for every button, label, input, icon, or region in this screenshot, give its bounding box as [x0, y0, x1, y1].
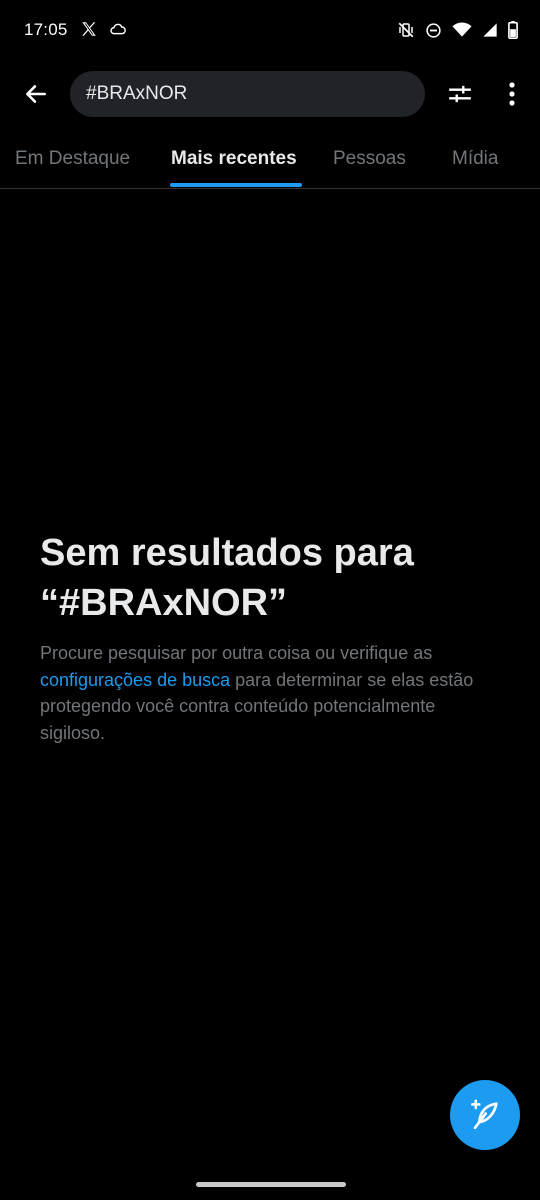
empty-state: Sem resultados para “#BRAxNOR” Procure p… — [40, 528, 500, 746]
more-options-button[interactable] — [496, 76, 528, 112]
tab-midia[interactable]: Mídia — [452, 148, 498, 170]
active-tab-indicator — [170, 183, 302, 187]
wifi-icon — [452, 22, 472, 43]
tab-mais-recentes[interactable]: Mais recentes — [171, 148, 297, 170]
cloud-icon — [110, 22, 126, 41]
empty-state-description: Procure pesquisar por outra coisa ou ver… — [40, 640, 500, 746]
tab-em-destaque[interactable]: Em Destaque — [15, 148, 130, 170]
search-input[interactable] — [86, 83, 406, 105]
tab-pessoas[interactable]: Pessoas — [333, 148, 406, 170]
status-time: 17:05 — [24, 20, 68, 39]
back-arrow-icon — [26, 85, 46, 103]
search-filter-button[interactable] — [442, 76, 478, 112]
search-box[interactable] — [70, 71, 425, 117]
search-header — [0, 62, 540, 128]
more-vertical-icon — [509, 82, 515, 106]
signal-icon — [482, 22, 498, 43]
status-bar: 17:05 — [0, 0, 540, 62]
do-not-disturb-icon — [425, 22, 442, 44]
search-tabs: Em Destaque Mais recentes Pessoas Mídia — [0, 132, 540, 189]
gesture-nav-handle[interactable] — [196, 1182, 346, 1187]
status-left-icons — [80, 20, 126, 43]
empty-state-title: Sem resultados para “#BRAxNOR” — [40, 532, 414, 624]
compose-feather-icon — [470, 1099, 498, 1130]
x-logo-icon — [80, 20, 98, 43]
back-button[interactable] — [18, 76, 54, 112]
compose-post-button[interactable] — [450, 1080, 520, 1150]
battery-icon — [508, 21, 518, 44]
empty-state-text-before: Procure pesquisar por outra coisa ou ver… — [40, 643, 433, 663]
sliders-icon — [449, 85, 471, 103]
search-settings-link[interactable]: configurações de busca — [40, 670, 230, 690]
status-right-icons — [397, 21, 518, 44]
vibrate-mute-icon — [397, 21, 415, 44]
